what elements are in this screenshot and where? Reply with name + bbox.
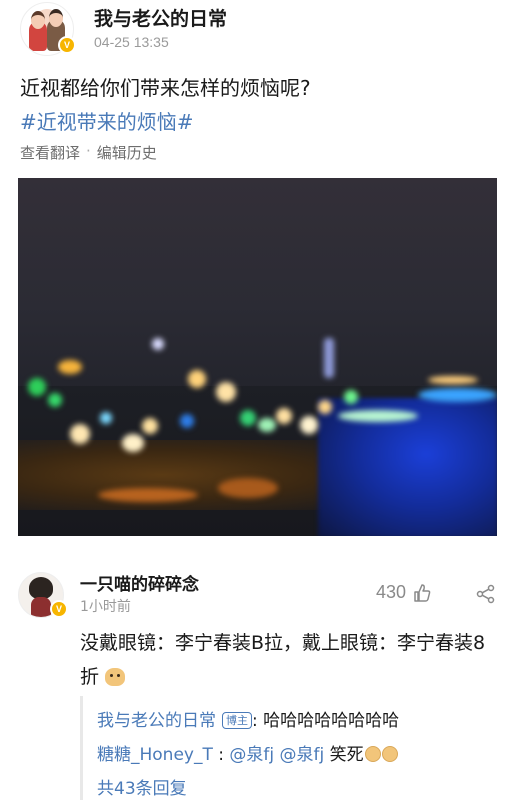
- bokeh-light: [428, 376, 478, 384]
- bokeh-light: [122, 434, 144, 452]
- replies-box[interactable]: 我与老公的日常 博主: 哈哈哈哈哈哈哈哈 糖糖_Honey_T : @泉fj @泉…: [80, 696, 492, 800]
- avatar-body: [31, 597, 51, 617]
- bokeh-light: [100, 412, 112, 424]
- verified-badge-icon: V: [50, 600, 68, 618]
- bokeh-light: [48, 393, 62, 407]
- bokeh-light: [152, 338, 164, 350]
- bokeh-light: [180, 414, 194, 428]
- reply-item[interactable]: 糖糖_Honey_T : @泉fj @泉fj 笑死: [97, 740, 398, 765]
- post-text: 近视都给你们带来怎样的烦恼呢?: [20, 76, 311, 100]
- dog-face-emoji-icon: [105, 668, 126, 686]
- mention-link[interactable]: @泉fj: [229, 745, 274, 765]
- laughing-emoji-icon: [381, 746, 398, 762]
- bokeh-light: [300, 416, 318, 434]
- mention-link[interactable]: @泉fj: [280, 745, 325, 765]
- bokeh-light: [240, 410, 256, 426]
- post-header: V 我与老公的日常 04-25 13:35: [18, 0, 498, 60]
- bokeh-light: [58, 360, 82, 374]
- photo-sky: [18, 178, 497, 393]
- translate-link[interactable]: 查看翻译: [20, 142, 80, 163]
- reply-username[interactable]: 我与老公的日常: [97, 711, 216, 731]
- comment-text: 没戴眼镜：李宁春装B拉，戴上眼镜：李宁春装8折: [80, 626, 492, 694]
- author-badge: 博主: [222, 712, 252, 729]
- like-count: 430: [376, 582, 407, 602]
- post-photo[interactable]: [18, 178, 497, 536]
- verified-badge-icon: V: [58, 36, 76, 54]
- bokeh-light: [324, 338, 334, 378]
- bokeh-light: [418, 388, 497, 402]
- reply-separator: :: [218, 745, 225, 765]
- reply-text: 哈哈哈哈哈哈哈哈: [263, 711, 400, 731]
- comment-item: V 一只喵的碎碎念 1小时前 430 没戴眼镜：李宁春装B拉，戴上眼镜：李宁春装…: [18, 566, 498, 800]
- more-replies-link[interactable]: 共43条回复: [97, 774, 187, 799]
- bokeh-light: [28, 378, 46, 396]
- post-timestamp: 04-25 13:35: [94, 34, 169, 50]
- share-icon[interactable]: [476, 584, 496, 604]
- bokeh-light: [70, 424, 90, 444]
- reply-separator: :: [252, 711, 258, 731]
- avatar-hair: [29, 577, 53, 599]
- bokeh-light: [142, 418, 158, 434]
- reply-text: 笑死: [329, 745, 364, 765]
- avatar-head-left: [31, 11, 45, 29]
- like-button[interactable]: 430: [376, 582, 432, 603]
- bokeh-light: [188, 370, 206, 388]
- laughing-emoji-icon: [364, 746, 381, 762]
- thumbs-up-icon: [414, 583, 431, 602]
- post-hashtag-link[interactable]: #近视带来的烦恼#: [20, 106, 194, 135]
- bokeh-light: [258, 418, 276, 432]
- bokeh-light: [98, 488, 198, 502]
- bokeh-light: [276, 408, 292, 424]
- reply-username[interactable]: 糖糖_Honey_T: [97, 745, 213, 765]
- edit-history-link[interactable]: 编辑历史: [97, 142, 157, 163]
- commenter-name[interactable]: 一只喵的碎碎念: [80, 570, 199, 595]
- reply-item[interactable]: 我与老公的日常 博主: 哈哈哈哈哈哈哈哈: [97, 706, 399, 731]
- bokeh-light: [218, 478, 278, 498]
- post-actions: 查看翻译 · 编辑历史: [20, 142, 157, 163]
- action-separator: ·: [86, 142, 91, 160]
- post-author-name[interactable]: 我与老公的日常: [94, 4, 227, 31]
- bokeh-light: [338, 410, 418, 422]
- comment-body: 没戴眼镜：李宁春装B拉，戴上眼镜：李宁春装8折: [80, 632, 486, 688]
- comment-timestamp: 1小时前: [80, 599, 131, 615]
- bokeh-light: [216, 382, 236, 402]
- bokeh-light: [344, 390, 358, 404]
- bokeh-light: [318, 400, 332, 414]
- avatar-head-right: [49, 9, 63, 27]
